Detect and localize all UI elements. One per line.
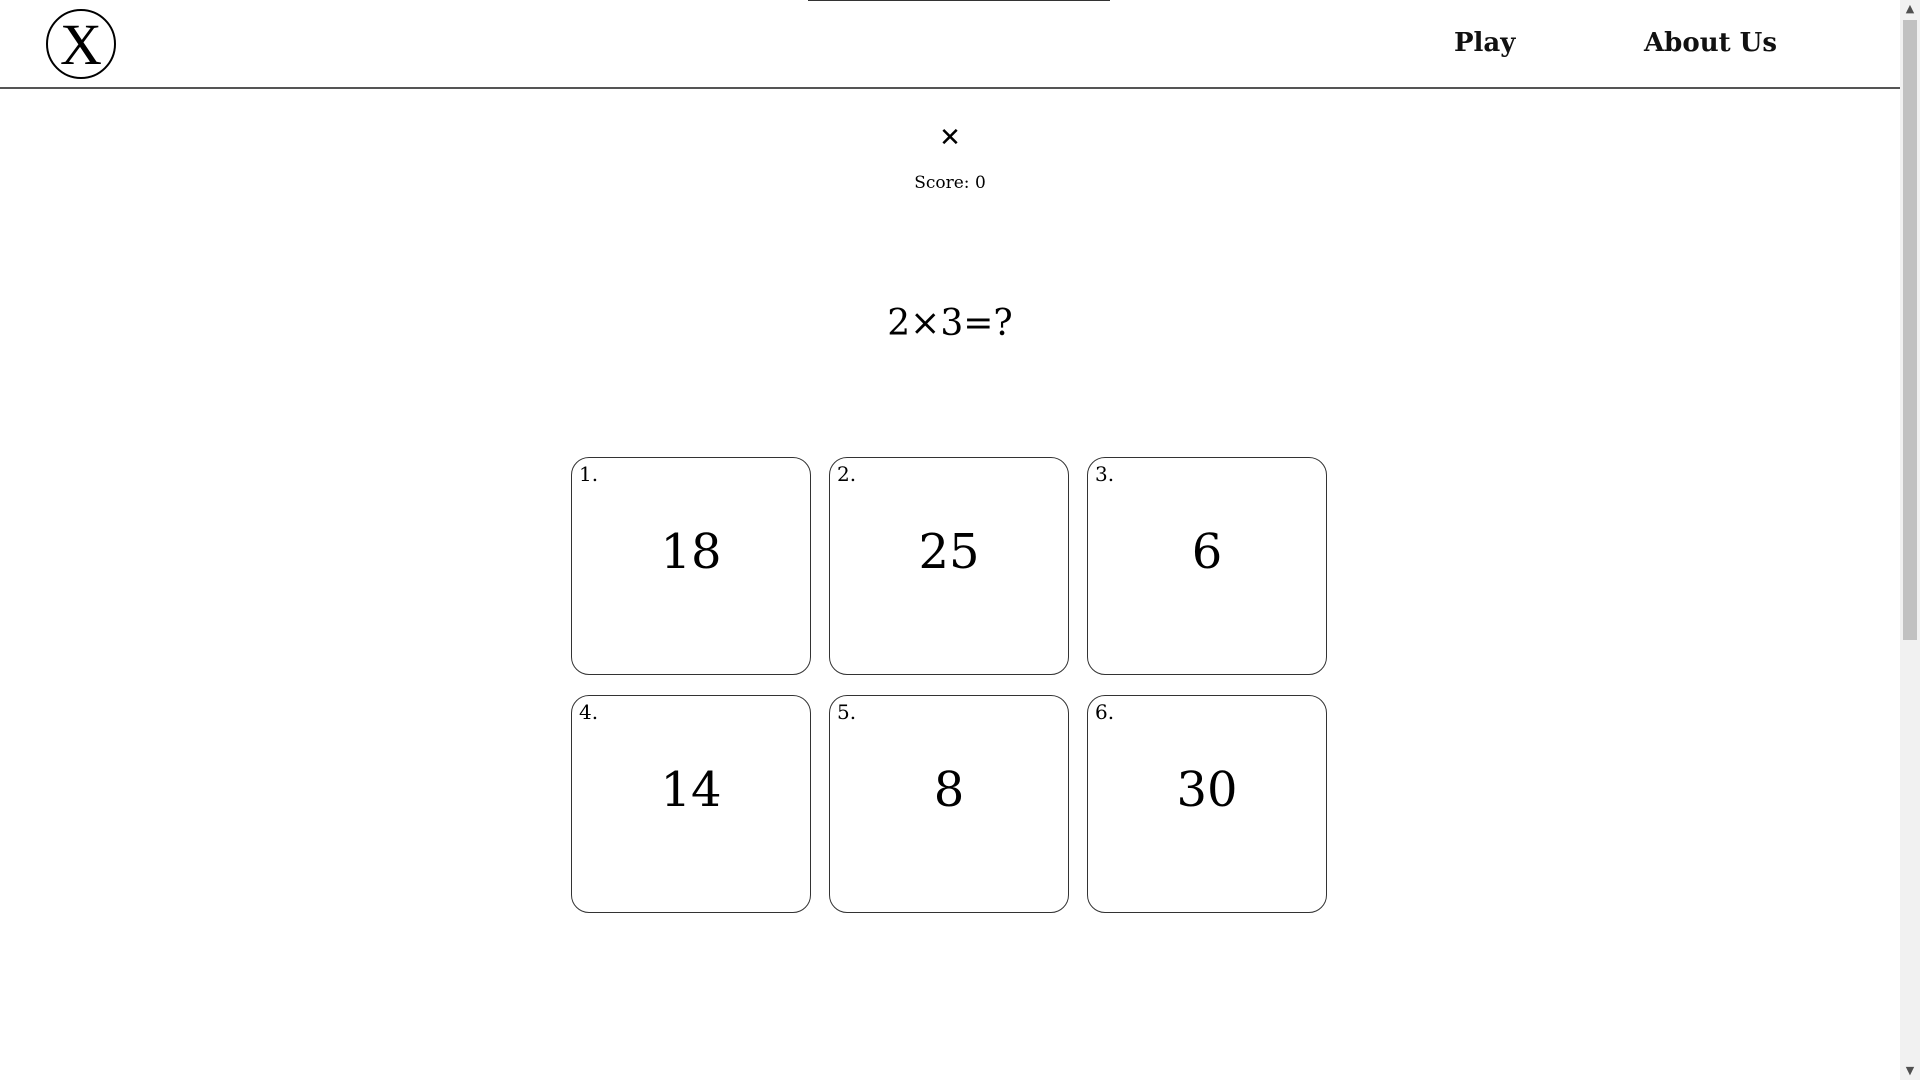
option-index: 6. — [1095, 700, 1115, 724]
option-index: 4. — [579, 700, 599, 724]
option-index: 5. — [837, 700, 857, 724]
vertical-scrollbar[interactable]: ▲ ▼ — [1900, 0, 1920, 1080]
option-index: 1. — [579, 462, 599, 486]
site-header: X Play About Us — [0, 0, 1900, 89]
option-value: 30 — [1176, 762, 1238, 818]
option-value: 6 — [1191, 524, 1223, 580]
top-divider — [808, 0, 1110, 1]
scroll-down-icon[interactable]: ▼ — [1900, 1062, 1920, 1080]
answer-grid: 1. 18 2. 25 3. 6 4. 14 5. 8 6. 30 — [571, 457, 1327, 913]
score-label: Score: 0 — [914, 173, 986, 193]
nav-play-link[interactable]: Play — [1454, 28, 1515, 58]
close-icon[interactable]: ✕ — [937, 124, 963, 152]
question-text: 2×3=? — [887, 303, 1013, 344]
option-value: 14 — [660, 762, 722, 818]
answer-option-1[interactable]: 1. 18 — [571, 457, 811, 675]
nav-about-link[interactable]: About Us — [1644, 28, 1777, 58]
page: X Play About Us ✕ Score: 0 2×3=? 1. 18 2… — [0, 0, 1900, 1080]
answer-option-6[interactable]: 6. 30 — [1087, 695, 1327, 913]
answer-option-4[interactable]: 4. 14 — [571, 695, 811, 913]
scroll-up-icon[interactable]: ▲ — [1900, 0, 1920, 18]
option-index: 3. — [1095, 462, 1115, 486]
answer-option-2[interactable]: 2. 25 — [829, 457, 1069, 675]
logo-letter: X — [60, 12, 102, 77]
answer-option-5[interactable]: 5. 8 — [829, 695, 1069, 913]
option-value: 8 — [933, 762, 965, 818]
option-value: 18 — [660, 524, 722, 580]
answer-option-3[interactable]: 3. 6 — [1087, 457, 1327, 675]
logo[interactable]: X — [46, 9, 116, 79]
scrollbar-thumb[interactable] — [1903, 20, 1917, 640]
option-value: 25 — [918, 524, 980, 580]
option-index: 2. — [837, 462, 857, 486]
